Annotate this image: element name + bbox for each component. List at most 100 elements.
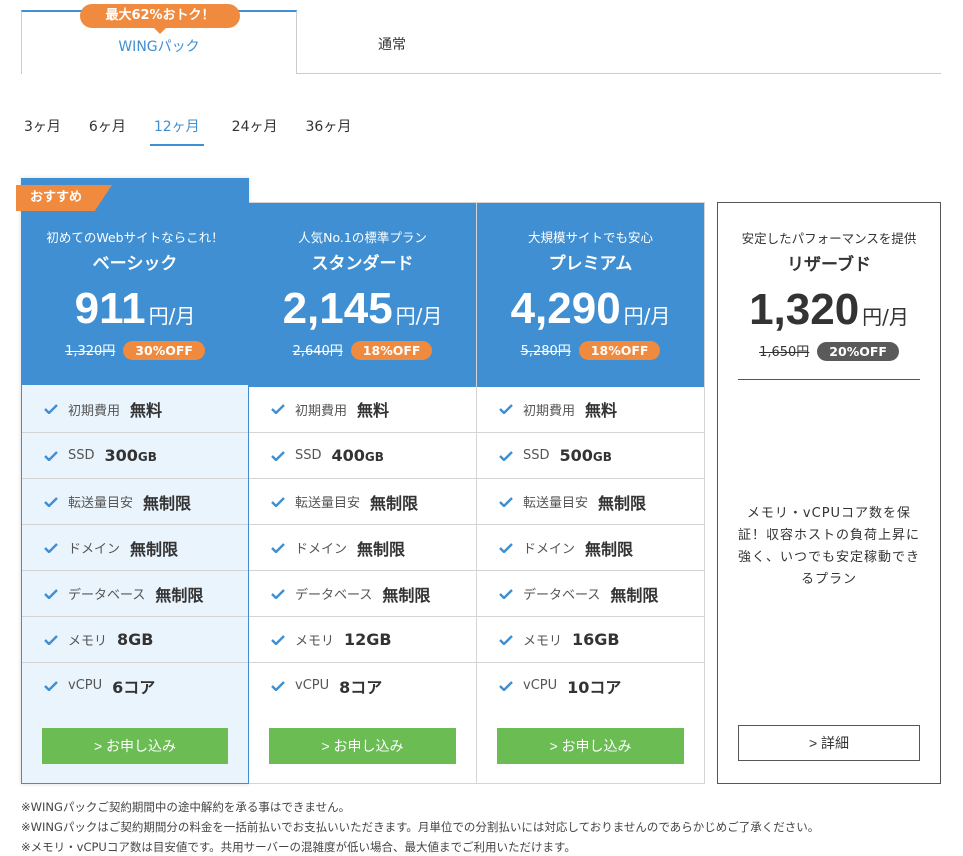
old-price: 1,320円 [65,344,116,359]
price-value: 4,290 [510,284,621,333]
feature-row: メモリ 16GB [477,616,704,662]
feature-label: ドメイン [68,542,121,557]
plan-name: スタンダード [311,254,414,274]
apply-button-premium[interactable]: > お申し込み [497,728,684,764]
feature-value: 無制限 [155,582,203,606]
feature-label: データベース [295,588,373,603]
period-tab-6[interactable]: 6ヶ月 [89,118,126,146]
feature-row: 転送量目安 無制限 [249,478,476,524]
feature-value: 400GB [332,446,384,465]
price-value: 1,320 [749,285,860,334]
price-unit: 円/月 [148,304,196,328]
apply-button-standard[interactable]: > お申し込み [269,728,456,764]
feature-value: 無制限 [357,536,405,560]
feature-label: SSD [523,448,550,463]
apply-button-label: お申し込み [561,738,632,754]
feature-value-suffix: GB [592,450,612,464]
feature-row: vCPU 6コア [22,662,248,708]
check-icon [271,450,285,461]
feature-label: SSD [295,448,322,463]
chevron-right-icon: > [549,738,558,754]
period-tab-3[interactable]: 3ヶ月 [24,118,61,146]
detail-button-reserved[interactable]: > 詳細 [738,725,920,761]
check-icon [271,588,285,599]
feature-value-number: 無制限 [357,539,406,559]
feature-value-number: 8コア [339,677,383,697]
feature-value: 16GB [572,630,620,649]
discount-row: 5,280円 18%OFF [477,340,704,360]
feature-row: メモリ 12GB [249,616,476,662]
check-icon [44,450,58,461]
feature-value: 500GB [560,446,612,465]
feature-value: 10コア [567,674,621,698]
feature-value-number: 10コア [567,677,622,697]
period-tab-12[interactable]: 12ヶ月 [149,118,204,146]
feature-label: データベース [68,588,146,603]
feature-label: メモリ [295,634,335,649]
feature-value-number: 400 [331,446,365,465]
feature-value: 無制限 [143,490,191,514]
plan-card-basic: おすすめ 初めてのWebサイトならこれ！ ベーシック 911 円/月 1,320円… [16,178,249,784]
plan-header-premium: 大規模サイトでも安心 プレミアム 4,290 円/月 5,280円 18%OFF [477,203,704,387]
price-value: 911 [74,284,146,333]
feature-list: 初期費用 無料 SSD 300GB 転送量目安 無制限 ドメイン 無制限 データベース 無制限 メモ… [22,386,248,708]
tab-wing-pack[interactable]: 最大62%おトク！ WINGパック [21,4,297,74]
check-icon [44,634,58,645]
feature-row: 初期費用 無料 [249,386,476,432]
price-value: 2,145 [282,284,393,333]
max-discount-badge: 最大62%おトク！ [80,4,240,34]
feature-row: 転送量目安 無制限 [477,478,704,524]
check-icon [499,588,513,599]
period-tab-24[interactable]: 24ヶ月 [232,118,278,146]
note-line: ※WINGパックご契約期間中の途中解約を承る事はできません。 [21,800,351,814]
note-line: ※メモリ・vCPUコア数は目安値です。共用サーバーの混雑度が低い場合、最大値まで… [21,840,576,854]
feature-value-number: 6コア [112,677,156,697]
period-tabs: 3ヶ月 6ヶ月 12ヶ月 24ヶ月 36ヶ月 [24,118,379,148]
feature-label: 転送量目安 [523,496,589,511]
check-icon [499,680,513,691]
feature-value: 12GB [344,630,392,649]
check-icon [499,496,513,507]
apply-button-label: お申し込み [106,738,177,754]
discount-row: 2,640円 18%OFF [249,340,476,360]
check-icon [271,680,285,691]
feature-value-number: 8GB [117,630,154,649]
plan-price: 1,320 円/月 [718,285,940,335]
feature-value: 無料 [357,397,389,421]
feature-row: メモリ 8GB [22,616,248,662]
feature-label: ドメイン [295,542,348,557]
feature-value-number: 無制限 [130,539,179,559]
feature-row: 転送量目安 無制限 [22,478,248,524]
period-tab-36[interactable]: 36ヶ月 [306,118,352,146]
feature-row: SSD 400GB [249,432,476,478]
tab-normal[interactable]: 通常 [297,10,487,74]
check-icon [499,450,513,461]
feature-value-number: 無制限 [598,493,647,513]
feature-value: 無制限 [598,490,646,514]
feature-row: ドメイン 無制限 [22,524,248,570]
plan-card-premium: 大規模サイトでも安心 プレミアム 4,290 円/月 5,280円 18%OFF 初… [477,202,705,784]
feature-value: 無料 [585,397,617,421]
old-price: 2,640円 [292,344,343,359]
plan-catchcopy: 大規模サイトでも安心 [527,230,653,245]
feature-label: 転送量目安 [295,496,361,511]
feature-value: 無制限 [370,490,418,514]
feature-label: 初期費用 [295,403,348,419]
check-icon [44,496,58,507]
check-icon [44,588,58,599]
chevron-right-icon: > [808,735,818,751]
tab-wing-pack-label: WINGパック [118,39,200,55]
plan-price: 2,145 円/月 [249,284,476,334]
feature-value: 無制限 [585,536,633,560]
discount-row: 1,320円 30%OFF [22,340,248,360]
feature-label: ドメイン [523,542,576,557]
discount-badge: 18%OFF [578,341,661,360]
feature-value-suffix: GB [364,450,384,464]
check-icon [271,542,285,553]
check-icon [499,404,513,414]
apply-button-label: お申し込み [333,738,404,754]
apply-button-basic[interactable]: > お申し込み [42,728,228,764]
discount-row: 1,650円 20%OFF [718,341,940,361]
feature-value: 無制限 [610,582,658,606]
feature-value-number: 無制限 [610,585,659,605]
